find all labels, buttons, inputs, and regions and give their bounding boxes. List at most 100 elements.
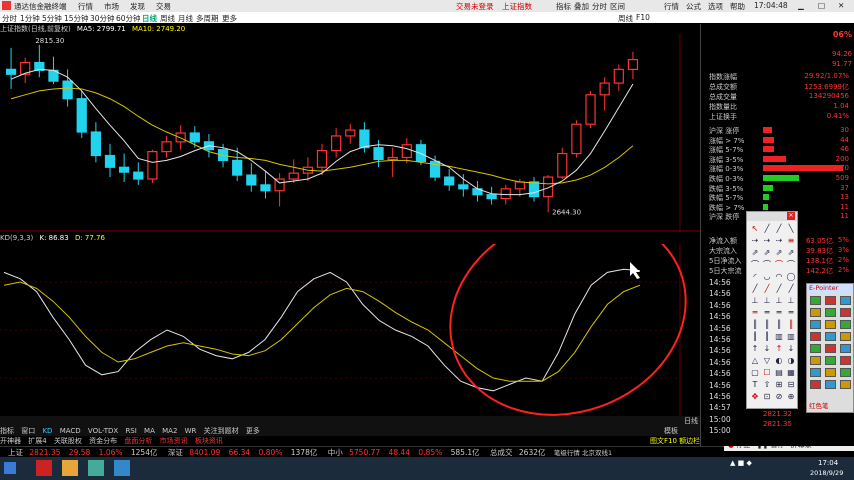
highlight-icon[interactable] [825, 332, 836, 341]
draw-tool-icon[interactable]: ✥ [750, 392, 760, 402]
menu-market[interactable]: 行情 [78, 1, 93, 12]
draw-tool-icon[interactable]: ═ [786, 308, 796, 318]
period-30min[interactable]: 30分钟 [90, 13, 115, 24]
draw-tool-icon[interactable]: ⇢ [774, 236, 784, 246]
tab-wr[interactable]: WR [185, 427, 197, 435]
menu-help[interactable]: 帮助 [730, 1, 745, 12]
period-5min[interactable]: 5分钟 [42, 13, 62, 24]
candlestick-chart[interactable]: 2815.30 2644.30 [0, 34, 700, 232]
undo-icon[interactable] [840, 368, 851, 377]
draw-tool-icon[interactable]: ⊡ [762, 392, 772, 402]
tab-template[interactable]: 模板 [664, 426, 678, 436]
draw-tool-icon[interactable]: ⇢ [762, 236, 772, 246]
menu-f10[interactable]: F10 [636, 13, 650, 22]
f10-link[interactable]: 图文F10 额边栏 [650, 436, 700, 446]
draw-tool-icon[interactable]: ⇗ [750, 248, 760, 258]
period-monthly[interactable]: 月线 [178, 13, 193, 24]
rect-icon[interactable] [810, 356, 821, 365]
app-icon[interactable] [88, 460, 104, 476]
menu-options[interactable]: 选项 [708, 1, 723, 12]
draw-tool-icon[interactable]: ⇗ [786, 248, 796, 258]
draw-tool-icon[interactable]: ◯ [786, 272, 796, 282]
draw-tool-icon[interactable]: ┃ [750, 332, 760, 342]
draw-tool-icon[interactable]: ⌒ [786, 260, 796, 270]
draw-tool-icon[interactable]: ▥ [786, 332, 796, 342]
draw-tool-icon[interactable]: T [750, 380, 760, 390]
draw-tool-icon[interactable]: ◐ [774, 356, 784, 366]
kd-indicator-chart[interactable] [0, 244, 700, 416]
tab-fund[interactable]: 资金分布 [89, 437, 117, 445]
tab-ma2[interactable]: MA2 [162, 427, 177, 435]
period-intraday[interactable]: 分时 [2, 13, 17, 24]
draw-tool-icon[interactable]: ║ [774, 320, 784, 330]
draw-tool-icon[interactable]: ⇗ [762, 248, 772, 258]
draw-tool-icon[interactable]: ▽ [762, 356, 772, 366]
eraser-icon[interactable] [810, 368, 821, 377]
line-icon[interactable] [840, 344, 851, 353]
toolbox-titlebar[interactable]: ✕ [747, 212, 797, 221]
pen-icon[interactable] [825, 344, 836, 353]
draw-tool-icon[interactable]: ╱ [774, 224, 784, 234]
draw-tool-icon[interactable]: ⊘ [774, 392, 784, 402]
menu-shichang[interactable]: 市场 [104, 1, 119, 12]
ticker-zx-name[interactable]: 中小 [328, 448, 343, 457]
draw-tool-icon[interactable]: ▥ [774, 332, 784, 342]
draw-tool-icon[interactable]: ⌒ [750, 260, 760, 270]
draw-tool-icon[interactable]: ⇧ [762, 380, 772, 390]
tab-indicator[interactable]: 指标 [0, 427, 14, 435]
draw-tool-icon[interactable]: ≡ [786, 236, 796, 246]
draw-tool-icon[interactable]: ╱ [762, 224, 772, 234]
draw-tool-icon[interactable]: ↑ [750, 344, 760, 354]
draw-tool-icon[interactable]: ↑ [774, 344, 784, 354]
draw-tool-icon[interactable]: ╱ [786, 284, 796, 294]
tab-window[interactable]: 窗口 [21, 427, 35, 435]
draw-tool-icon[interactable]: ⊞ [774, 380, 784, 390]
draw-tool-icon[interactable]: ◡ [762, 272, 772, 282]
tab-ma[interactable]: MA [144, 427, 155, 435]
tab-kd[interactable]: KD [42, 427, 52, 435]
draw-tool-icon[interactable]: ⊥ [762, 296, 772, 306]
browser-icon[interactable] [114, 460, 130, 476]
maximize-icon[interactable]: □ [818, 1, 825, 10]
undo-icon[interactable] [840, 320, 851, 329]
draw-tool-icon[interactable]: ⊟ [786, 380, 796, 390]
period-multi[interactable]: 多周期 [196, 13, 219, 24]
menu-formula[interactable]: 公式 [686, 1, 701, 12]
draw-tool-icon[interactable]: ⇗ [774, 248, 784, 258]
draw-tool-icon[interactable]: ║ [762, 320, 772, 330]
circle-icon[interactable] [825, 308, 836, 317]
rect-icon[interactable] [810, 308, 821, 317]
ticker-sh-name[interactable]: 上证 [8, 448, 23, 457]
period-more[interactable]: 更多 [222, 13, 237, 24]
zoom-icon[interactable] [840, 380, 851, 389]
draw-tool-icon[interactable]: ═ [750, 308, 760, 318]
tab-news[interactable]: 市场资讯 [160, 437, 188, 445]
draw-tool-icon[interactable]: ▢ [750, 368, 760, 378]
draw-tool-icon[interactable]: ⌒ [774, 260, 784, 270]
start-icon[interactable] [4, 462, 16, 474]
period-1min[interactable]: 1分钟 [20, 13, 40, 24]
pen-icon[interactable] [825, 296, 836, 305]
draw-tool-icon[interactable]: ║ [786, 320, 796, 330]
draw-tool-icon[interactable]: ╱ [750, 284, 760, 294]
draw-tool-icon[interactable]: ⇢ [750, 236, 760, 246]
tab-vol[interactable]: VOL-TDX [88, 427, 118, 435]
draw-tool-icon[interactable]: ═ [762, 308, 772, 318]
text-icon[interactable] [840, 356, 851, 365]
draw-tool-icon[interactable]: ║ [750, 320, 760, 330]
draw-tool-icon[interactable]: ☐ [762, 368, 772, 378]
draw-tool-icon[interactable]: ◑ [786, 356, 796, 366]
minimize-icon[interactable]: ▁ [798, 1, 804, 10]
ticker-sz-name[interactable]: 深证 [168, 448, 183, 457]
color-icon[interactable] [825, 368, 836, 377]
menu-weekly[interactable]: 周线 [618, 13, 633, 24]
draw-tool-icon[interactable]: ▤ [774, 368, 784, 378]
draw-tool-icon[interactable]: ◠ [774, 272, 784, 282]
draw-tool-icon[interactable]: ⊥ [786, 296, 796, 306]
draw-tool-icon[interactable]: △ [750, 356, 760, 366]
draw-tool-icon[interactable]: ⊕ [786, 392, 796, 402]
draw-tool-icon[interactable]: ╲ [786, 224, 796, 234]
zoom-icon[interactable] [840, 332, 851, 341]
tab-ext[interactable]: 扩展4 [28, 437, 46, 445]
text-icon[interactable] [840, 308, 851, 317]
